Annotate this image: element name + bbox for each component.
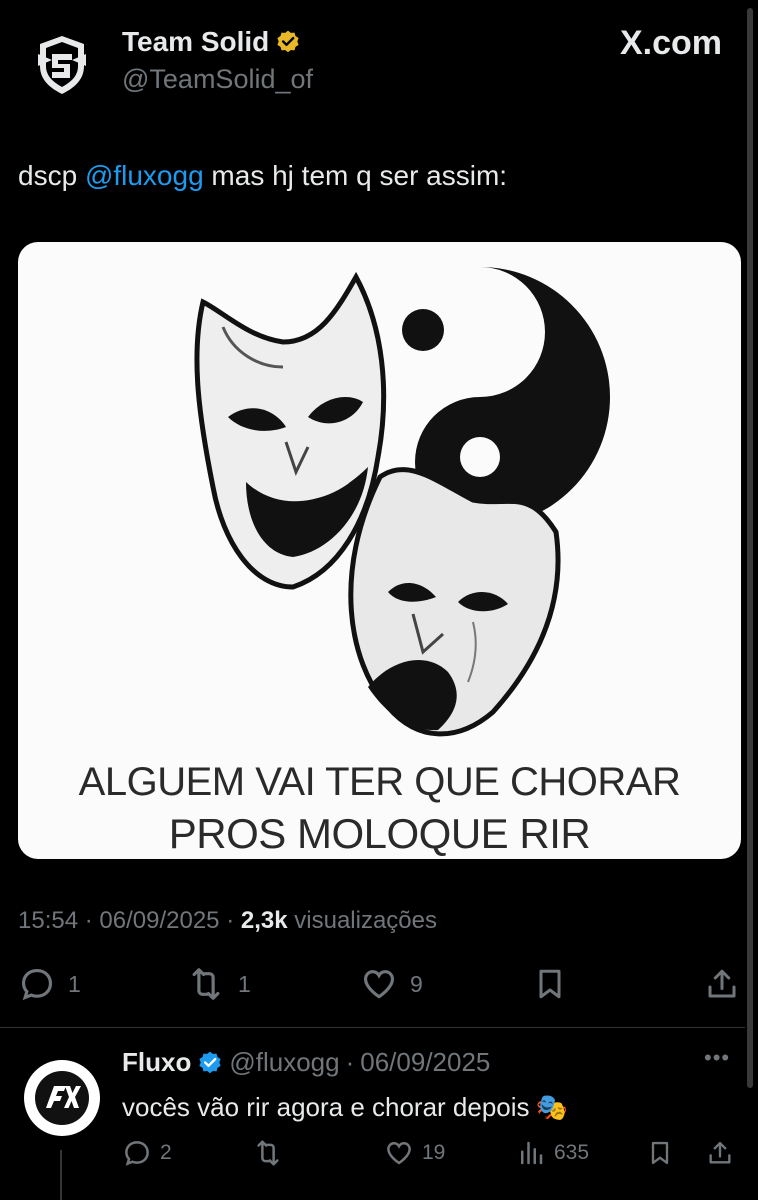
- tweet-text-prefix: dscp: [18, 160, 85, 191]
- reply-header: Fluxo @fluxogg · 06/09/2025: [122, 1047, 490, 1078]
- reply-date[interactable]: 06/09/2025: [360, 1047, 490, 1078]
- reply-reply-count: 2: [160, 1141, 172, 1164]
- reply-button[interactable]: 1: [18, 965, 81, 1003]
- share-icon: [709, 1141, 731, 1164]
- fluxo-avatar[interactable]: [24, 1060, 100, 1136]
- tweet-meta: 15:54 · 06/09/2025 · 2,3k visualizações: [18, 907, 437, 935]
- tweet-actions: 1 1 9: [0, 965, 758, 1011]
- reply-icon: [125, 1141, 149, 1166]
- repost-button[interactable]: 1: [186, 965, 251, 1003]
- views-label: visualizações: [294, 907, 437, 934]
- share-button[interactable]: [704, 965, 740, 1003]
- more-icon[interactable]: •••: [704, 1045, 730, 1071]
- reply-reply-button[interactable]: 2: [122, 1138, 172, 1168]
- repost-count: 1: [238, 970, 251, 997]
- reply-repost-button[interactable]: [252, 1138, 292, 1168]
- tragedy-mask-icon: [348, 467, 561, 737]
- verified-blue-icon: [199, 1051, 221, 1073]
- tweet-text-suffix: mas hj tem q ser assim:: [203, 160, 508, 191]
- tweet-image[interactable]: ALGUEM VAI TER QUE CHORAR PROS MOLOQUE R…: [18, 242, 741, 859]
- scrollbar[interactable]: [747, 8, 753, 1088]
- like-icon: [387, 1141, 411, 1165]
- bookmark-button[interactable]: [532, 965, 568, 1003]
- meta-separator: ·: [226, 907, 241, 934]
- reply-text: vocês vão rir agora e chorar depois 🎭: [122, 1092, 568, 1123]
- reply-count: 1: [68, 970, 81, 997]
- reply-views-button[interactable]: 635: [516, 1138, 589, 1168]
- tweet-header: Team Solid @TeamSolid_of X.com: [0, 0, 758, 120]
- author-display-name[interactable]: Team Solid: [122, 26, 269, 58]
- author-name-row: Team Solid: [122, 26, 301, 58]
- bookmark-icon: [539, 969, 561, 999]
- divider: [0, 1027, 745, 1028]
- team-solid-avatar[interactable]: [20, 22, 104, 106]
- reply-bookmark-button[interactable]: [646, 1138, 674, 1168]
- reply-share-button[interactable]: [706, 1138, 734, 1168]
- bookmark-icon: [651, 1141, 669, 1165]
- reply-like-count: 19: [422, 1141, 446, 1164]
- like-icon: [363, 970, 395, 999]
- share-icon: [708, 969, 736, 998]
- reply-actions: 2 19 635: [0, 1138, 758, 1178]
- repost-icon: [192, 968, 220, 1000]
- views-icon: [521, 1141, 543, 1165]
- tweet-time[interactable]: 15:54: [18, 907, 78, 934]
- reply-icon: [21, 968, 53, 1001]
- repost-icon: [257, 1140, 279, 1166]
- reply-display-name[interactable]: Fluxo: [122, 1047, 191, 1078]
- team-solid-logo-icon: [38, 36, 86, 94]
- reply-handle[interactable]: @fluxogg: [229, 1047, 339, 1078]
- verified-gold-icon: [277, 30, 299, 53]
- like-count: 9: [410, 970, 423, 997]
- tweet-text: dscp @fluxogg mas hj tem q ser assim:: [18, 160, 507, 192]
- masks-emoji: 🎭: [535, 1092, 568, 1122]
- reply-separator: ·: [345, 1047, 355, 1077]
- meta-separator: ·: [84, 907, 100, 934]
- fluxo-logo-icon: [26, 1062, 98, 1134]
- mention-link[interactable]: @fluxogg: [85, 160, 204, 191]
- image-caption-line2: PROS MOLOQUE RIR: [168, 810, 591, 857]
- image-caption-line1: ALGUEM VAI TER QUE CHORAR: [78, 760, 681, 804]
- like-button[interactable]: 9: [360, 965, 423, 1003]
- reply-like-button[interactable]: 19: [384, 1138, 445, 1168]
- reply-views-count: 635: [554, 1141, 590, 1164]
- tweet-date[interactable]: 06/09/2025: [99, 907, 219, 934]
- reply-text-body: vocês vão rir agora e chorar depois: [122, 1092, 530, 1122]
- author-handle[interactable]: @TeamSolid_of: [122, 64, 313, 95]
- site-badge: X.com: [619, 24, 722, 62]
- views-count: 2,3k: [240, 907, 288, 934]
